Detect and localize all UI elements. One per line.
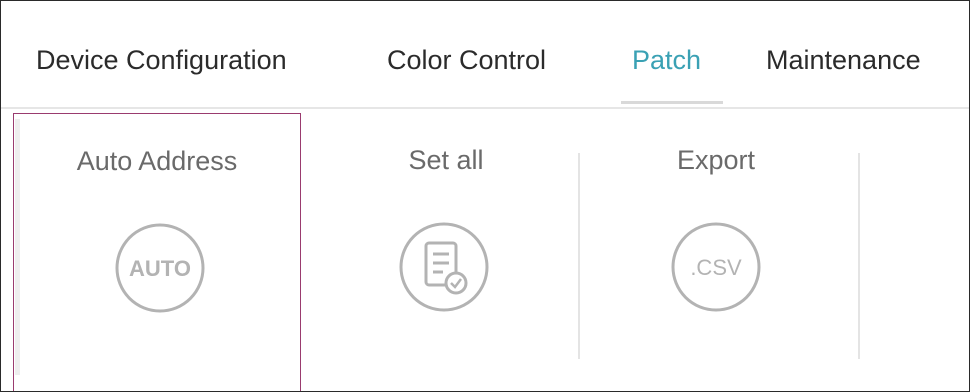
active-tab-indicator — [621, 101, 723, 104]
window-frame: Device Configuration Color Control Patch… — [0, 0, 970, 392]
csv-icon-text: .CSV — [690, 255, 742, 280]
tab-bar: Device Configuration Color Control Patch… — [1, 1, 969, 109]
export-label: Export — [676, 145, 756, 175]
tab-patch[interactable]: Patch — [632, 45, 701, 76]
auto-address-button[interactable]: Auto Address AUTO — [13, 113, 301, 391]
tab-maintenance[interactable]: Maintenance — [766, 45, 921, 76]
auto-icon-text: AUTO — [129, 256, 191, 281]
toolbar-separator — [858, 153, 860, 359]
auto-address-label: Auto Address — [76, 146, 238, 176]
tab-device-configuration[interactable]: Device Configuration — [36, 45, 287, 76]
toolbar-separator — [578, 153, 580, 359]
document-check-icon — [399, 222, 489, 312]
tab-color-control[interactable]: Color Control — [387, 45, 546, 76]
set-all-label: Set all — [408, 145, 484, 175]
csv-icon: .CSV — [671, 222, 761, 312]
set-all-button[interactable]: Set all — [333, 113, 559, 391]
export-button[interactable]: Export .CSV — [601, 113, 831, 391]
auto-icon: AUTO — [115, 223, 205, 313]
